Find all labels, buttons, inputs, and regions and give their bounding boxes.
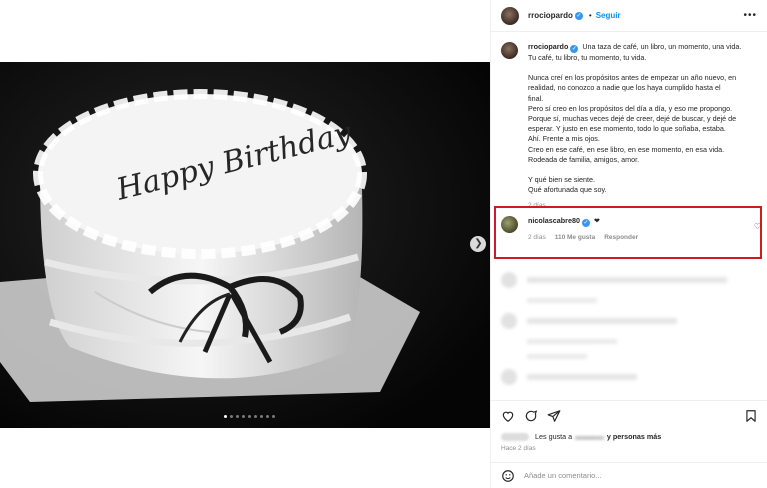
caption-username[interactable]: rrociopardo: [528, 42, 568, 51]
avatar[interactable]: [501, 6, 519, 25]
post-header: rrociopardo ✓ • Seguir •••: [491, 0, 767, 32]
likes-suffix: y personas más: [606, 432, 662, 441]
comment-input[interactable]: [524, 471, 724, 480]
carousel-dot: [242, 415, 245, 418]
verified-icon: ✓: [574, 11, 583, 20]
carousel-dot: [272, 415, 275, 418]
reply-button[interactable]: Responder: [604, 234, 638, 241]
comment-icon[interactable]: [524, 409, 538, 423]
post-photo[interactable]: Happy Birthday: [0, 62, 490, 428]
liker-name-blurred: ▬▬▬▬: [575, 432, 604, 441]
carousel-dot: [260, 415, 263, 418]
caption-line: final.: [528, 93, 544, 103]
carousel-dot: [224, 415, 227, 418]
caption-line: Y qué bien se siente.: [528, 175, 596, 185]
caption-line: esperar. Y justo en ese momento, todo lo…: [528, 124, 726, 134]
post-timestamp: Hace 2 días: [501, 445, 536, 452]
caption-line: Qué afortunada que soy.: [528, 185, 607, 195]
next-image-button[interactable]: ❯: [470, 236, 486, 252]
comment-text: ❤: [593, 216, 600, 225]
post-caption: rrociopardo ✓ Una taza de café, un libro,…: [501, 42, 759, 212]
carousel-dot: [236, 415, 239, 418]
author-username[interactable]: rrociopardo: [528, 11, 573, 20]
carousel-dots: [224, 415, 275, 418]
blurred-comments: [501, 272, 759, 395]
follow-button[interactable]: Seguir: [596, 11, 621, 20]
carousel-dot: [248, 415, 251, 418]
verified-icon: ✓: [581, 219, 590, 227]
carousel-dot: [254, 415, 257, 418]
liker-avatars: [501, 432, 529, 441]
avatar[interactable]: [501, 42, 518, 59]
caption-line: Porque sí, muchas veces dejé de creer, d…: [528, 114, 737, 124]
comment-item: nicolascabre80 ✓ ❤ 2 días 110 Me gusta Re…: [501, 216, 759, 241]
comment-likes[interactable]: 110 Me gusta: [555, 234, 595, 241]
caption-line: Ahí. Frente a mis ojos.: [528, 134, 600, 144]
avatar[interactable]: [501, 216, 518, 233]
emoji-icon[interactable]: [501, 469, 515, 483]
caption-line: Pero sí creo en los propósitos del día a…: [528, 103, 733, 113]
post-actions: Les gusta a ▬▬▬▬ y personas más Hace 2 d…: [491, 400, 767, 452]
caption-line: Rodeada de familia, amigos, amor.: [528, 154, 640, 164]
comment-username[interactable]: nicolascabre80: [528, 216, 580, 225]
comment-time: 2 días: [528, 234, 546, 241]
heart-icon[interactable]: [501, 409, 515, 423]
chevron-right-icon: ❯: [474, 238, 483, 249]
separator: •: [588, 11, 592, 20]
carousel-dot: [230, 415, 233, 418]
comment-like-icon[interactable]: ♡: [754, 222, 761, 231]
share-icon[interactable]: [547, 409, 561, 423]
likes-prefix: Les gusta a: [535, 432, 573, 441]
caption-first-line: Una taza de café, un libro, un momento, …: [582, 42, 742, 51]
bookmark-icon[interactable]: [744, 409, 758, 423]
carousel-dot: [266, 415, 269, 418]
caption-line: Nunca creí en los propósitos antes de em…: [528, 73, 737, 83]
caption-line: Creo en ese café, en ese libro, en ese m…: [528, 144, 725, 154]
likes-summary[interactable]: Les gusta a ▬▬▬▬ y personas más: [501, 432, 758, 441]
caption-line: Tu café, tu libro, tu momento, tu vida.: [528, 53, 647, 62]
caption-line: realidad, no conozco a nadie que los hay…: [528, 83, 721, 93]
post-sidebar: rrociopardo ✓ • Seguir ••• rrociopardo ✓ …: [490, 0, 767, 488]
verified-icon: ✓: [570, 45, 579, 53]
birthday-cake-image: Happy Birthday: [0, 62, 490, 428]
post-media: Happy Birthday ❯: [0, 0, 490, 488]
more-options-icon[interactable]: •••: [743, 10, 757, 21]
add-comment-bar: [491, 462, 767, 488]
